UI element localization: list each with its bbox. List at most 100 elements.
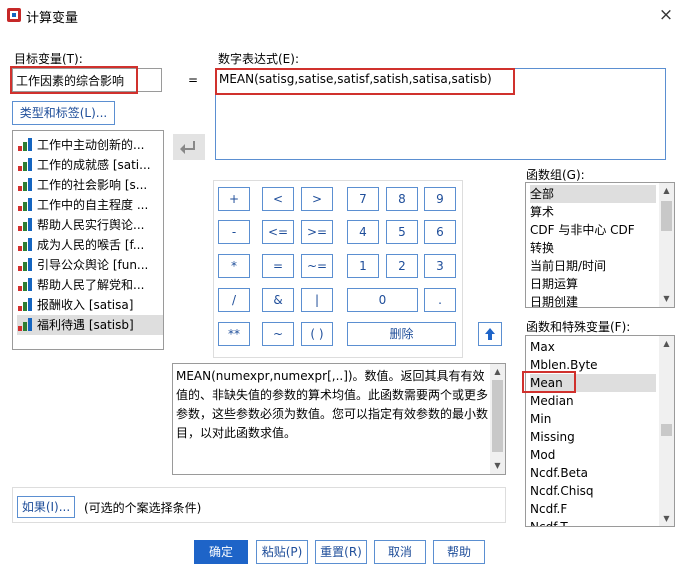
function-description-text: MEAN(numexpr,numexpr[,..])。数值。返回其具有有效值的、… xyxy=(176,369,489,440)
scroll-up-icon[interactable]: ▲ xyxy=(659,336,674,351)
less-equal-button[interactable]: <= xyxy=(262,220,294,244)
not-button[interactable]: ~ xyxy=(262,322,294,346)
digit-9-button[interactable]: 9 xyxy=(424,187,456,211)
title-bar: 计算变量 × xyxy=(0,0,680,30)
variable-list[interactable]: 工作中主动创新的... 工作的成就感 [sati... 工作的社会影响 [s..… xyxy=(12,130,164,350)
function-item[interactable]: Median xyxy=(530,392,574,410)
greater-than-button[interactable]: > xyxy=(301,187,333,211)
function-group-item[interactable]: CDF 与非中心 CDF xyxy=(530,221,635,239)
arrow-left-icon xyxy=(180,141,195,154)
function-group-item[interactable]: 转换 xyxy=(530,239,554,257)
digit-5-button[interactable]: 5 xyxy=(386,220,418,244)
scale-variable-icon xyxy=(17,297,33,311)
target-highlight xyxy=(10,66,138,94)
function-item[interactable]: Missing xyxy=(530,428,575,446)
function-item[interactable]: Ncdf.T xyxy=(530,518,568,526)
function-group-item[interactable]: 当前日期/时间 xyxy=(530,257,606,275)
scrollbar-thumb[interactable] xyxy=(661,424,672,436)
scroll-down-icon[interactable]: ▼ xyxy=(659,291,674,306)
digit-7-button[interactable]: 7 xyxy=(347,187,379,211)
scroll-down-icon[interactable]: ▼ xyxy=(659,511,674,526)
move-to-expression-button[interactable] xyxy=(173,134,205,160)
scroll-up-icon[interactable]: ▲ xyxy=(659,183,674,198)
functions-label: 函数和特殊变量(F): xyxy=(526,320,631,334)
scrollbar-thumb[interactable] xyxy=(661,201,672,231)
if-hint: (可选的个案选择条件) xyxy=(84,501,202,515)
equals-sign: = xyxy=(188,73,199,87)
description-scrollbar[interactable]: ▲ ▼ xyxy=(490,364,505,474)
help-button[interactable]: 帮助 xyxy=(433,540,485,564)
function-group-item[interactable]: 全部 xyxy=(530,185,656,203)
function-item[interactable]: Ncdf.Beta xyxy=(530,464,588,482)
scale-variable-icon xyxy=(17,237,33,251)
function-item[interactable]: Max xyxy=(530,338,555,356)
digit-3-button[interactable]: 3 xyxy=(424,254,456,278)
scale-variable-icon xyxy=(17,157,33,171)
function-item[interactable]: Min xyxy=(530,410,551,428)
function-group-item[interactable]: 算术 xyxy=(530,203,554,221)
not-equal-button[interactable]: ~= xyxy=(301,254,333,278)
function-item[interactable]: Ncdf.F xyxy=(530,500,567,518)
scale-variable-icon xyxy=(17,197,33,211)
digit-6-button[interactable]: 6 xyxy=(424,220,456,244)
window-title: 计算变量 xyxy=(26,11,79,26)
and-button[interactable]: & xyxy=(262,288,294,312)
function-group-list[interactable]: 全部 算术 CDF 与非中心 CDF 转换 当前日期/时间 日期运算 日期创建 … xyxy=(525,182,675,308)
functions-scrollbar[interactable]: ▲ ▼ xyxy=(659,336,674,526)
variable-item[interactable]: 工作中主动创新的... xyxy=(17,135,163,155)
function-item[interactable]: Ncdf.Chisq xyxy=(530,482,594,500)
variable-item[interactable]: 工作的社会影响 [s... xyxy=(17,175,163,195)
multiply-button[interactable]: * xyxy=(218,254,250,278)
function-item[interactable]: Mod xyxy=(530,446,555,464)
plus-button[interactable]: + xyxy=(218,187,250,211)
variable-item[interactable]: 工作中的自主程度 ... xyxy=(17,195,163,215)
variable-item[interactable]: 帮助人民实行舆论... xyxy=(17,215,163,235)
scale-variable-icon xyxy=(17,317,33,331)
variable-item[interactable]: 成为人民的喉舌 [f... xyxy=(17,235,163,255)
less-than-button[interactable]: < xyxy=(262,187,294,211)
if-button[interactable]: 如果(I)... xyxy=(17,496,75,518)
scroll-up-icon[interactable]: ▲ xyxy=(490,364,505,379)
power-button[interactable]: ** xyxy=(218,322,250,346)
scale-variable-icon xyxy=(17,217,33,231)
minus-button[interactable]: - xyxy=(218,220,250,244)
scroll-down-icon[interactable]: ▼ xyxy=(490,458,505,473)
digit-8-button[interactable]: 8 xyxy=(386,187,418,211)
target-variable-label: 目标变量(T): xyxy=(14,52,83,66)
variable-item[interactable]: 帮助人民了解党和... xyxy=(17,275,163,295)
decimal-point-button[interactable]: . xyxy=(424,288,456,312)
mean-highlight xyxy=(522,371,576,393)
digit-2-button[interactable]: 2 xyxy=(386,254,418,278)
or-button[interactable]: | xyxy=(301,288,333,312)
digit-1-button[interactable]: 1 xyxy=(347,254,379,278)
variable-item[interactable]: 福利待遇 [satisb] xyxy=(17,315,163,335)
parentheses-button[interactable]: ( ) xyxy=(301,322,333,346)
digit-0-button[interactable]: 0 xyxy=(347,288,418,312)
digit-4-button[interactable]: 4 xyxy=(347,220,379,244)
scale-variable-icon xyxy=(17,277,33,291)
delete-button[interactable]: 删除 xyxy=(347,322,456,346)
cancel-button[interactable]: 取消 xyxy=(374,540,426,564)
function-group-item[interactable]: 日期运算 xyxy=(530,275,578,293)
ok-button[interactable]: 确定 xyxy=(194,540,248,564)
scale-variable-icon xyxy=(17,257,33,271)
scrollbar-thumb[interactable] xyxy=(492,380,503,452)
arrow-up-icon xyxy=(485,328,495,340)
variable-item[interactable]: 工作的成就感 [sati... xyxy=(17,155,163,175)
functions-list[interactable]: Max Mblen.Byte Mean Median Min Missing M… xyxy=(525,335,675,527)
function-group-item[interactable]: 日期创建 xyxy=(530,293,578,307)
reset-button[interactable]: 重置(R) xyxy=(315,540,367,564)
greater-equal-button[interactable]: >= xyxy=(301,220,333,244)
insert-function-button[interactable] xyxy=(478,322,502,346)
app-icon xyxy=(6,7,22,23)
function-group-scrollbar[interactable]: ▲ ▼ xyxy=(659,183,674,307)
close-icon[interactable]: × xyxy=(656,5,676,25)
variable-item[interactable]: 报酬收入 [satisa] xyxy=(17,295,163,315)
scale-variable-icon xyxy=(17,137,33,151)
equal-button[interactable]: = xyxy=(262,254,294,278)
type-and-label-button[interactable]: 类型和标签(L)... xyxy=(12,101,115,125)
divide-button[interactable]: / xyxy=(218,288,250,312)
paste-button[interactable]: 粘贴(P) xyxy=(256,540,308,564)
scale-variable-icon xyxy=(17,177,33,191)
variable-item[interactable]: 引导公众舆论 [fun... xyxy=(17,255,163,275)
